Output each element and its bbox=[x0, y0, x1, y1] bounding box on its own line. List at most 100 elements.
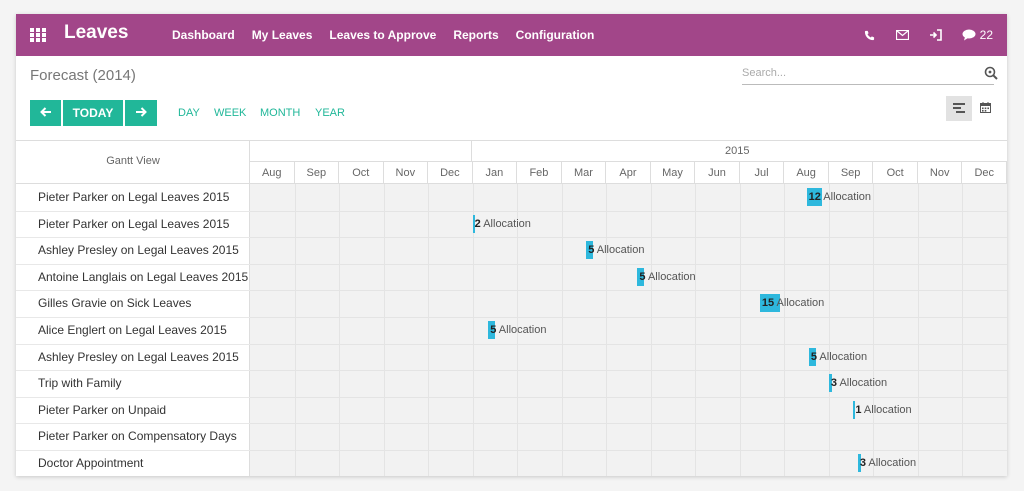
gantt-bar-label: 5 Allocation bbox=[588, 244, 645, 257]
gantt-row-label[interactable]: Ashley Presley on Legal Leaves 2015 bbox=[38, 237, 239, 264]
year-label: 2015 bbox=[725, 145, 750, 157]
grid-line bbox=[250, 210, 1007, 212]
grid-line bbox=[250, 343, 1007, 345]
grid-line bbox=[606, 184, 608, 476]
page-title: Forecast (2014) bbox=[30, 67, 136, 84]
month-header-cell: Sep bbox=[829, 162, 874, 184]
menu-my-leaves[interactable]: My Leaves bbox=[252, 14, 313, 56]
gantt-row-label[interactable]: Ashley Presley on Legal Leaves 2015 bbox=[38, 344, 239, 371]
grid-line bbox=[250, 423, 1007, 425]
menu-configuration[interactable]: Configuration bbox=[516, 14, 595, 56]
grid-line bbox=[739, 184, 741, 476]
gantt-view-label: Gantt View bbox=[106, 155, 160, 167]
mail-icon[interactable] bbox=[896, 28, 910, 42]
grid-line bbox=[250, 290, 1007, 292]
grid-line bbox=[250, 450, 1007, 451]
month-header-cell: Nov bbox=[918, 162, 963, 184]
grid-line bbox=[695, 184, 697, 476]
gantt-bar-label: 5 Allocation bbox=[810, 350, 868, 363]
main-menu: Dashboard My Leaves Leaves to Approve Re… bbox=[172, 14, 611, 56]
scale-day[interactable]: DAY bbox=[178, 100, 200, 126]
arrow-right-icon bbox=[135, 106, 147, 120]
gantt-view-button[interactable] bbox=[946, 96, 972, 121]
gantt-bar-label: 3 Allocation bbox=[830, 377, 888, 390]
phone-icon[interactable] bbox=[863, 28, 877, 42]
grid-line bbox=[250, 263, 1007, 265]
grid-line bbox=[962, 184, 964, 476]
gantt-bar-label: 1 Allocation bbox=[855, 403, 912, 416]
app-brand[interactable]: Leaves bbox=[64, 22, 128, 44]
systray: 22 bbox=[844, 14, 993, 56]
scale-year-label: YEAR bbox=[315, 107, 345, 119]
message-count[interactable]: 22 bbox=[980, 28, 993, 42]
next-button[interactable] bbox=[125, 100, 157, 126]
month-header: Aug Sep Oct Nov Dec Jan Feb Mar Apr May Jun Jul Aug S… bbox=[250, 162, 1007, 184]
gantt-row-label[interactable]: Alice Englert on Legal Leaves 2015 bbox=[38, 317, 227, 344]
gantt-bar-label: 3 Allocation bbox=[859, 457, 917, 469]
gantt-row-labels: Pieter Parker on Legal Leaves 2015 Pieter… bbox=[16, 184, 250, 476]
menu-dashboard[interactable]: Dashboard bbox=[172, 14, 235, 56]
gantt-bar-label: 15 Allocation bbox=[761, 297, 825, 310]
month-header-cell: Apr bbox=[606, 162, 651, 184]
gantt-bar-label: 12 Allocation bbox=[808, 191, 872, 203]
grid-line bbox=[250, 237, 1007, 239]
gantt-chart: Gantt View 2015 Aug Sep Oct Nov Dec Jan Feb Mar… bbox=[16, 140, 1007, 476]
gantt-row-label[interactable]: Trip with Family bbox=[38, 370, 122, 397]
month-header-cell: May bbox=[651, 162, 696, 184]
scale-year[interactable]: YEAR bbox=[315, 100, 345, 126]
search-placeholder: Search... bbox=[742, 67, 787, 79]
grid-line bbox=[428, 184, 430, 476]
grid-line bbox=[383, 184, 385, 476]
gantt-timeline[interactable]: 12 Allocation 2 Allocation 5 Allocation 5 A… bbox=[250, 184, 1007, 476]
arrow-left-icon bbox=[39, 106, 52, 120]
grid-line bbox=[873, 184, 875, 476]
menu-leaves-to-approve[interactable]: Leaves to Approve bbox=[329, 14, 436, 56]
gantt-row-label[interactable]: Pieter Parker on Compensatory Days bbox=[38, 423, 237, 450]
previous-button[interactable] bbox=[30, 100, 61, 126]
gantt-row-label[interactable]: Pieter Parker on Legal Leaves 2015 bbox=[38, 184, 229, 211]
grid-line bbox=[339, 184, 341, 476]
gantt-header: Gantt View bbox=[16, 141, 250, 184]
month-header-cell: Dec bbox=[428, 162, 473, 184]
year-header: 2015 bbox=[250, 141, 1007, 162]
gantt-icon bbox=[953, 100, 965, 118]
top-navbar: Leaves Dashboard My Leaves Leaves to App… bbox=[16, 14, 1007, 56]
month-header-cell: Mar bbox=[562, 162, 607, 184]
month-header-cell: Dec bbox=[962, 162, 1007, 184]
menu-reports[interactable]: Reports bbox=[453, 14, 498, 56]
gantt-row-label[interactable]: Pieter Parker on Legal Leaves 2015 bbox=[38, 211, 229, 238]
search-icon[interactable] bbox=[984, 66, 998, 85]
month-header-cell: Oct bbox=[339, 162, 384, 184]
gantt-row-label[interactable]: Antoine Langlais on Legal Leaves 2015 bbox=[38, 264, 248, 291]
grid-line bbox=[650, 184, 652, 476]
gantt-bar-label: 5 Allocation bbox=[490, 324, 547, 336]
view-switcher bbox=[946, 96, 998, 121]
grid-line bbox=[917, 184, 919, 476]
calendar-view-button[interactable] bbox=[972, 96, 998, 121]
scale-week-label: WEEK bbox=[214, 107, 247, 119]
grid-line bbox=[784, 184, 786, 476]
month-header-cell: Jul bbox=[740, 162, 785, 184]
scale-week[interactable]: WEEK bbox=[214, 100, 246, 126]
search-input[interactable]: Search... bbox=[742, 66, 998, 85]
app-window: Leaves Dashboard My Leaves Leaves to App… bbox=[16, 14, 1007, 476]
sign-in-icon[interactable] bbox=[929, 28, 943, 42]
month-header-cell: Sep bbox=[295, 162, 340, 184]
today-button[interactable]: TODAY bbox=[63, 100, 123, 126]
gantt-row-label[interactable]: Gilles Gravie on Sick Leaves bbox=[38, 290, 191, 317]
scale-month[interactable]: MONTH bbox=[260, 100, 300, 126]
gantt-bar-label: 2 Allocation bbox=[474, 217, 531, 230]
apps-grid-icon[interactable] bbox=[30, 28, 46, 42]
grid-line bbox=[250, 317, 1007, 318]
scale-day-label: DAY bbox=[178, 107, 200, 119]
month-header-cell: Oct bbox=[873, 162, 918, 184]
gantt-row-label[interactable]: Pieter Parker on Unpaid bbox=[38, 397, 166, 424]
chat-icon[interactable] bbox=[962, 28, 976, 42]
grid-line bbox=[561, 184, 563, 476]
gantt-row-label[interactable]: Doctor Appointment bbox=[38, 450, 143, 476]
month-header-cell: Feb bbox=[517, 162, 562, 184]
grid-line bbox=[250, 396, 1007, 398]
grid-line bbox=[294, 184, 296, 476]
grid-line bbox=[250, 370, 1007, 372]
month-header-cell: Nov bbox=[384, 162, 429, 184]
